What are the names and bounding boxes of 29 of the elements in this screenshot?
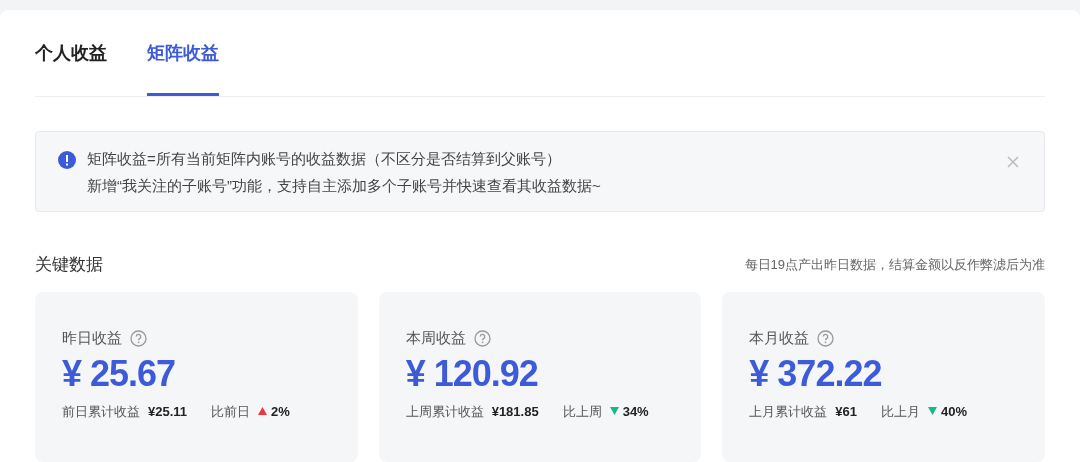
stat-amount: ¥ 120.92 <box>405 351 539 396</box>
compare-label: 比上月 <box>881 402 921 421</box>
section-title: 关键数据 <box>35 253 103 276</box>
notice-text: 矩阵收益=所有当前矩阵内账号的收益数据（不区分是否结算到父账号） <box>87 149 562 169</box>
stat-amount: ¥ 372.22 <box>749 351 883 396</box>
close-icon[interactable] <box>1007 156 1019 168</box>
previous-value: ¥181.85 <box>491 402 539 421</box>
notice-text: 新增“我关注的子账号”功能，支持自主添加多个子账号并快速查看其收益数据~ <box>87 176 601 196</box>
change-value: 2% <box>271 402 290 421</box>
section-note: 每日19点产出昨日数据，结算金额以反作弊滤后为准 <box>744 255 1045 274</box>
stat-amount: ¥ 25.67 <box>62 351 177 396</box>
previous-label: 前日累计收益 <box>62 402 140 421</box>
previous-value: ¥25.11 <box>148 402 188 421</box>
tab[interactable]: 个人收益 <box>35 9 107 96</box>
help-icon[interactable] <box>473 329 491 347</box>
compare-label: 比前日 <box>211 402 251 421</box>
previous-label: 上周累计收益 <box>405 402 484 421</box>
compare-label: 比上周 <box>562 402 602 421</box>
info-icon <box>58 151 76 169</box>
help-icon[interactable] <box>817 329 835 347</box>
change-value: 40% <box>941 402 968 421</box>
stat-label: 昨日收益 <box>62 328 122 348</box>
stat-label: 本周收益 <box>405 328 466 348</box>
previous-label: 上月累计收益 <box>749 402 828 421</box>
change-value: 34% <box>622 402 649 421</box>
tab[interactable]: 矩阵收益 <box>147 9 219 96</box>
previous-value: ¥61 <box>835 402 858 421</box>
stat-label: 本月收益 <box>749 328 810 348</box>
help-icon[interactable] <box>130 329 147 347</box>
